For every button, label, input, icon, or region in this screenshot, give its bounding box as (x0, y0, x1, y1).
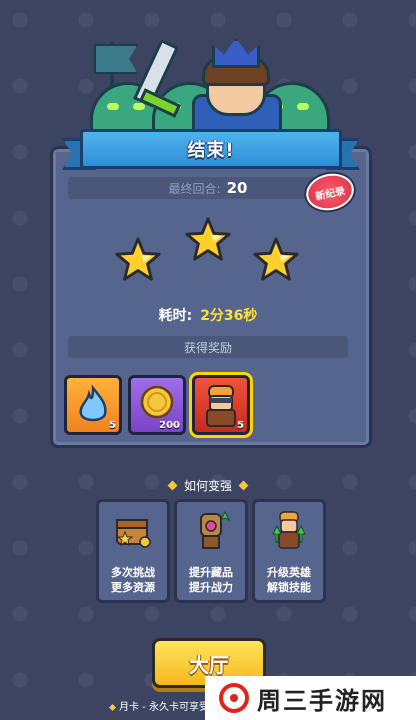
hall-button-label: 大厅 (189, 652, 229, 677)
reward-count: 200 (159, 420, 180, 431)
new-record-label: 新纪录 (314, 185, 347, 203)
tip-line1: 提升藏品 (189, 566, 233, 579)
tip-upgrade-collection[interactable]: 提升藏品 提升战力 (174, 499, 248, 603)
howto-title: 如何变强 (183, 479, 232, 493)
hero-scene (80, 30, 340, 140)
star-icon (184, 216, 232, 264)
watermark-text: 周三手游网 (257, 686, 387, 715)
reward-count: 5 (109, 420, 116, 431)
tip-line2: 解锁技能 (267, 581, 311, 594)
reward-item-flame[interactable]: 5 (64, 375, 122, 435)
final-round-label: 最终回合: (168, 181, 221, 196)
gauntlet-icon (200, 510, 231, 549)
hero-upgrade-icon (272, 511, 306, 549)
watermark-logo-icon (219, 683, 249, 713)
watermark: 周三手游网 (205, 676, 416, 720)
tip-line2: 更多资源 (111, 581, 155, 594)
king-character (192, 38, 282, 134)
treasure-chest-icon (116, 519, 151, 548)
reward-count: 5 (237, 420, 244, 431)
time-label: 耗时: (158, 308, 193, 324)
final-round-value: 20 (226, 179, 248, 197)
rewards-label: 获得奖励 (183, 340, 232, 355)
reward-item-coin[interactable]: 200 (128, 375, 186, 435)
tip-more-challenges[interactable]: 多次挑战 更多资源 (96, 499, 170, 603)
result-title: 结束! (187, 140, 235, 161)
tip-line1: 升级英雄 (267, 566, 311, 579)
rewards-bar: 获得奖励 (68, 336, 348, 358)
tip-line2: 提升战力 (189, 581, 233, 594)
tip-upgrade-hero[interactable]: 升级英雄 解锁技能 (252, 499, 326, 603)
diamond-icon (167, 480, 178, 491)
footer-text: 月卡 - 永久卡可享受免 (119, 702, 219, 713)
tip-line1: 多次挑战 (111, 566, 155, 579)
crown-icon (212, 38, 260, 68)
time-row: 耗时: 2分36秒 (100, 305, 316, 325)
star-icon (252, 236, 300, 284)
flag-icon (94, 44, 138, 74)
star-icon (114, 236, 162, 284)
diamond-icon (238, 480, 249, 491)
how-to-get-stronger-heading: 如何变强 (0, 475, 416, 494)
time-value: 2分36秒 (200, 308, 258, 324)
reward-item-hero[interactable]: 5 (189, 372, 253, 438)
diamond-icon (108, 703, 117, 711)
footer-note: 月卡 - 永久卡可享受免 (108, 698, 219, 713)
title-banner: 结束! (80, 129, 342, 169)
